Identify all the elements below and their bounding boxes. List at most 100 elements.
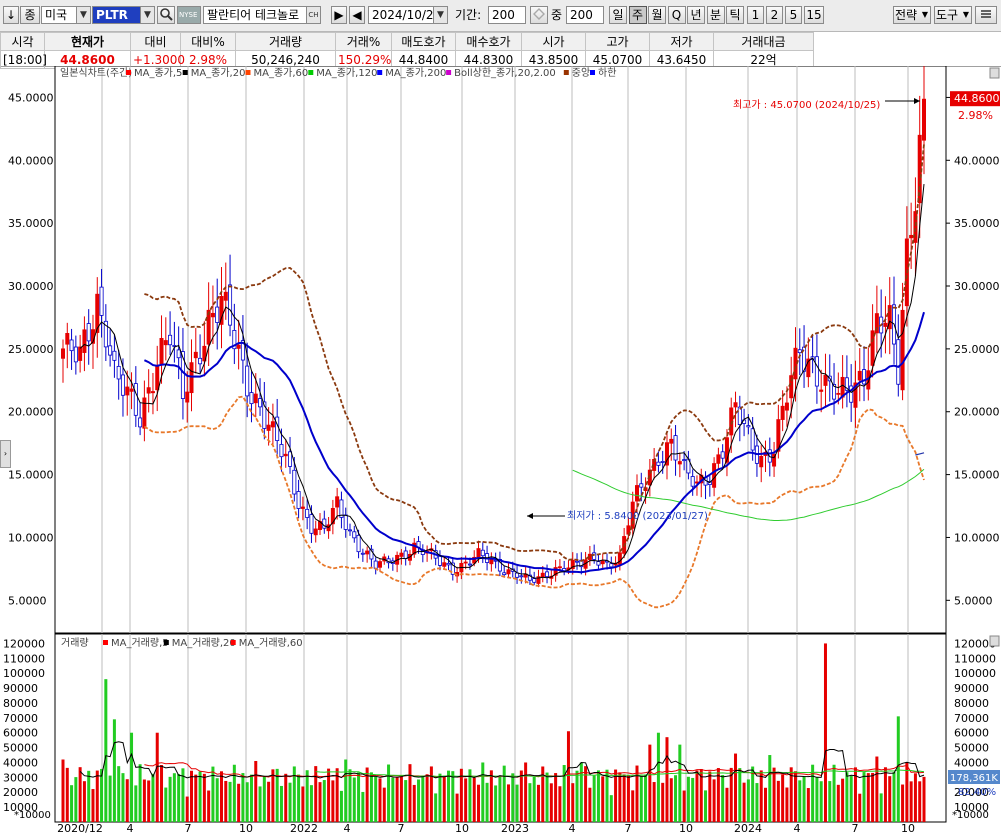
quote-header: 시각 [0, 32, 45, 51]
volume-bar [802, 776, 806, 822]
interval-button[interactable]: 월 [648, 6, 666, 24]
volume-bar [344, 759, 348, 822]
volume-bar [100, 768, 104, 822]
count-input[interactable]: 200 [566, 6, 604, 24]
link-button[interactable] [530, 6, 548, 24]
prev-button[interactable]: ◀ [349, 6, 365, 24]
candle-body [600, 560, 605, 565]
quote-header: 거래대금 [713, 32, 814, 51]
volume-bar [237, 783, 241, 822]
candle-body [617, 552, 622, 565]
volume-bar [314, 766, 318, 822]
volume-bar [125, 779, 129, 822]
multiplier-button[interactable]: 2 [766, 6, 783, 24]
stock-name-field[interactable]: 팔란티어 테크놀로 CH [203, 6, 321, 24]
scroll-up-button[interactable] [989, 635, 1000, 647]
y-axis-label-right: 25.0000 [954, 343, 1000, 356]
search-button[interactable] [157, 6, 175, 24]
kind-button[interactable]: 종 [20, 6, 40, 24]
volume-bar [875, 756, 879, 822]
volume-legend-title: 거래량 [61, 637, 89, 649]
multiplier-button[interactable]: 15 [804, 6, 824, 24]
candle-body [506, 569, 511, 575]
volume-bar [309, 785, 313, 822]
low-annotation: 최저가 : 5.8400 (2023/01/27) [567, 510, 708, 522]
volume-bar [721, 774, 725, 822]
candle-body [120, 374, 125, 396]
candle-body [198, 357, 203, 365]
volume-bar [425, 774, 429, 822]
volume-bar [708, 771, 712, 822]
candle-body [635, 485, 640, 502]
quote-header: 저가 [649, 32, 714, 51]
x-axis-label: 2024 [734, 822, 762, 835]
multiplier-button[interactable]: 1 [747, 6, 764, 24]
volume-bar [434, 793, 438, 822]
scroll-up-button[interactable] [989, 67, 1000, 79]
candle-body [532, 578, 537, 583]
candle-body [896, 339, 901, 385]
interval-button[interactable]: 틱 [726, 6, 744, 24]
tools-button[interactable]: 도구 ▼ [934, 6, 972, 24]
price-legend-item: MA_종가,120 [316, 67, 377, 79]
interval-button[interactable]: 년 [687, 6, 705, 24]
volume-bar [417, 779, 421, 822]
volume-bar [631, 790, 635, 822]
interval-button[interactable]: 주 [628, 6, 647, 24]
period-input[interactable]: 200 [488, 6, 526, 24]
arrow-down-button[interactable]: ↓ [3, 6, 19, 24]
candle-body [352, 531, 357, 539]
volume-bar [134, 785, 138, 822]
price-legend-item: MA_종가,5 [134, 67, 182, 79]
candle-body [296, 491, 301, 509]
panel-toggle-handle[interactable]: › [0, 440, 11, 468]
market-select[interactable]: 미국 ▼ [41, 6, 91, 24]
next-button[interactable]: ▶ [331, 6, 347, 24]
volume-bar [142, 779, 146, 822]
symbol-input[interactable]: PLTR ▼ [92, 6, 155, 24]
interval-button[interactable]: Q [667, 6, 686, 24]
date-picker[interactable]: 2024/10/25 ▼ [368, 6, 448, 24]
volume-axis-label-left: 50000 [3, 742, 38, 755]
volume-bar [566, 731, 570, 822]
volume-bar [849, 775, 853, 822]
candle-body [403, 550, 408, 560]
price-volume-chart[interactable]: 2020/12 4 7 10 2022 4 7 10 2023 4 7 10 2024 4 7 10 45.00… [0, 66, 1001, 835]
date-value: 2024/10/25 [372, 8, 442, 22]
candle-body [592, 552, 597, 560]
interval-button[interactable]: 일 [609, 6, 627, 24]
y-axis-label-right: 20.0000 [954, 406, 1000, 419]
volume-bar [254, 760, 258, 822]
candle-body [266, 424, 271, 431]
volume-unit-left: *10000 [14, 810, 51, 821]
multiplier-button[interactable]: 5 [785, 6, 802, 24]
legend-swatch [182, 70, 188, 75]
candle-body [185, 391, 190, 403]
volume-bar [172, 773, 176, 822]
candle-body [656, 461, 661, 466]
volume-bar [888, 776, 892, 822]
volume-bar [485, 782, 489, 822]
y-axis-label-left: 20.0000 [8, 406, 54, 419]
interval-button[interactable]: 분 [706, 6, 725, 24]
volume-bar [442, 775, 446, 822]
candle-body [125, 386, 130, 396]
volume-bar [155, 732, 159, 822]
volume-bar [108, 775, 112, 822]
candle-body [669, 438, 674, 444]
candle-body [677, 461, 682, 465]
tools-label: 도구 [935, 8, 959, 22]
volume-bar [558, 786, 562, 822]
volume-bar [404, 780, 408, 822]
volume-bar [626, 775, 630, 822]
strategy-button[interactable]: 전략 ▼ [893, 6, 931, 24]
candle-body [814, 356, 819, 387]
menu-button[interactable] [975, 6, 997, 24]
volume-bar [494, 785, 498, 822]
volume-axis-label-right: 110000 [954, 652, 996, 665]
volume-bar [421, 775, 425, 822]
volume-bar [228, 781, 232, 822]
x-axis-label: 4 [127, 822, 134, 835]
chevron-down-icon: ▼ [76, 7, 90, 23]
volume-bar [455, 793, 459, 822]
